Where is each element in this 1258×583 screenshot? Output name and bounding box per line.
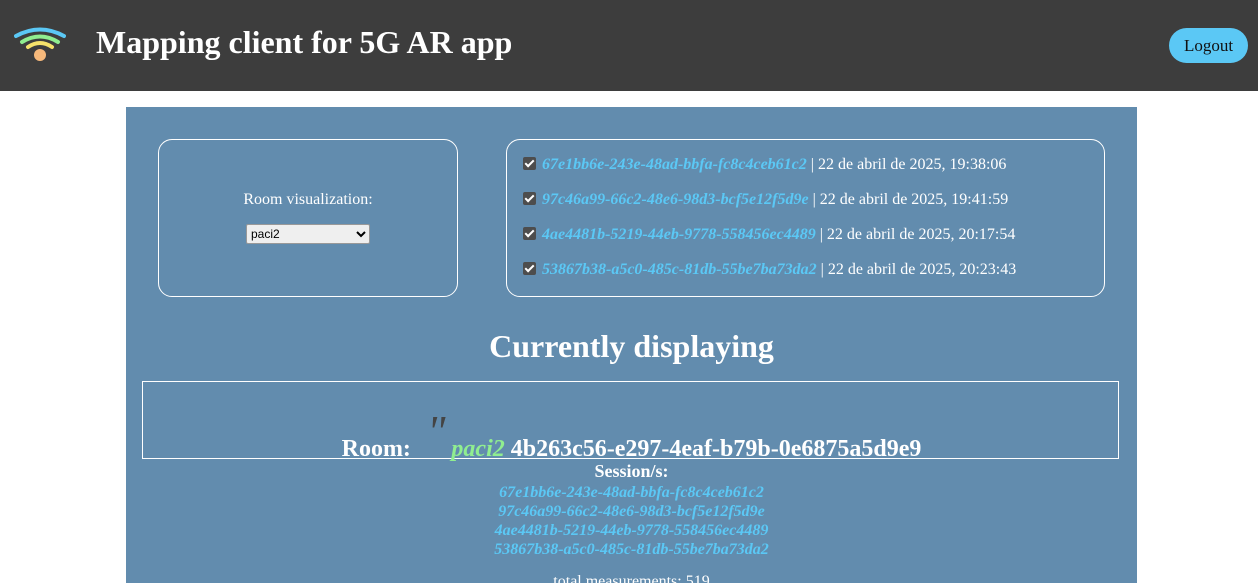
session-checkbox[interactable] xyxy=(523,192,536,205)
logout-button[interactable]: Logout xyxy=(1169,28,1248,63)
session-date: | 22 de abril de 2025, 20:17:54 xyxy=(815,226,1016,243)
room-label: Room: xyxy=(341,436,411,462)
top-bar: Mapping client for 5G AR app Logout xyxy=(0,0,1258,91)
session-id: 67e1bb6e-243e-48ad-bbfa-fc8c4ceb61c2 xyxy=(542,156,807,173)
session-date: | 22 de abril de 2025, 20:23:43 xyxy=(816,261,1017,278)
session-row[interactable]: 67e1bb6e-243e-48ad-bbfa-fc8c4ceb61c2 | 2… xyxy=(523,155,1006,175)
total-measurements: total measurements: 519 xyxy=(553,573,710,583)
session-id: 97c46a99-66c2-48e6-98d3-bcf5e12f5d9e xyxy=(542,191,809,208)
room-selector-label: Room visualization: xyxy=(243,191,373,208)
room-selector-card: Room visualization: paci2 xyxy=(158,139,458,297)
session-checkbox[interactable] xyxy=(523,262,536,275)
session-row[interactable]: 97c46a99-66c2-48e6-98d3-bcf5e12f5d9e | 2… xyxy=(523,190,1008,210)
session-checkbox[interactable] xyxy=(523,157,536,170)
sessions-heading: Session/s: xyxy=(594,461,669,481)
room-line: Room: " paci2 4b263c56-e297-4eaf-b79b-0e6… xyxy=(143,407,1120,467)
session-checkbox[interactable] xyxy=(523,227,536,240)
session-row[interactable]: 4ae4481b-5219-44eb-9778-558456ec4489 | 2… xyxy=(523,225,1015,245)
sessions-card: 67e1bb6e-243e-48ad-bbfa-fc8c4ceb61c2 | 2… xyxy=(506,139,1105,297)
quote-mark: " xyxy=(426,407,446,456)
session-id: 53867b38-a5c0-485c-81db-55be7ba73da2 xyxy=(542,261,817,278)
displayed-session-id: 53867b38-a5c0-485c-81db-55be7ba73da2 xyxy=(494,541,769,558)
session-row[interactable]: 53867b38-a5c0-485c-81db-55be7ba73da2 | 2… xyxy=(523,260,1016,280)
session-date: | 22 de abril de 2025, 19:38:06 xyxy=(806,156,1007,173)
wifi-location-icon xyxy=(14,27,66,61)
displayed-session-id: 4ae4481b-5219-44eb-9778-558456ec4489 xyxy=(494,522,769,539)
session-date: | 22 de abril de 2025, 19:41:59 xyxy=(808,191,1009,208)
displayed-session-id: 97c46a99-66c2-48e6-98d3-bcf5e12f5d9e xyxy=(498,503,765,520)
room-name: paci2 xyxy=(451,436,505,462)
currently-displaying-heading: Currently displaying xyxy=(489,328,774,364)
session-id: 4ae4481b-5219-44eb-9778-558456ec4489 xyxy=(542,226,816,243)
room-id: 4b263c56-e297-4eaf-b79b-0e6875a5d9e9 xyxy=(510,436,922,462)
main-panel: Room visualization: paci2 67e1bb6e-243e-… xyxy=(126,107,1137,583)
displayed-session-id: 67e1bb6e-243e-48ad-bbfa-fc8c4ceb61c2 xyxy=(499,484,764,501)
app-title: Mapping client for 5G AR app xyxy=(96,24,513,60)
room-info-box: Room: " paci2 4b263c56-e297-4eaf-b79b-0e6… xyxy=(142,381,1119,462)
displayed-session-list: 67e1bb6e-243e-48ad-bbfa-fc8c4ceb61c2 97c… xyxy=(126,483,1137,559)
room-select[interactable]: paci2 xyxy=(246,224,370,244)
